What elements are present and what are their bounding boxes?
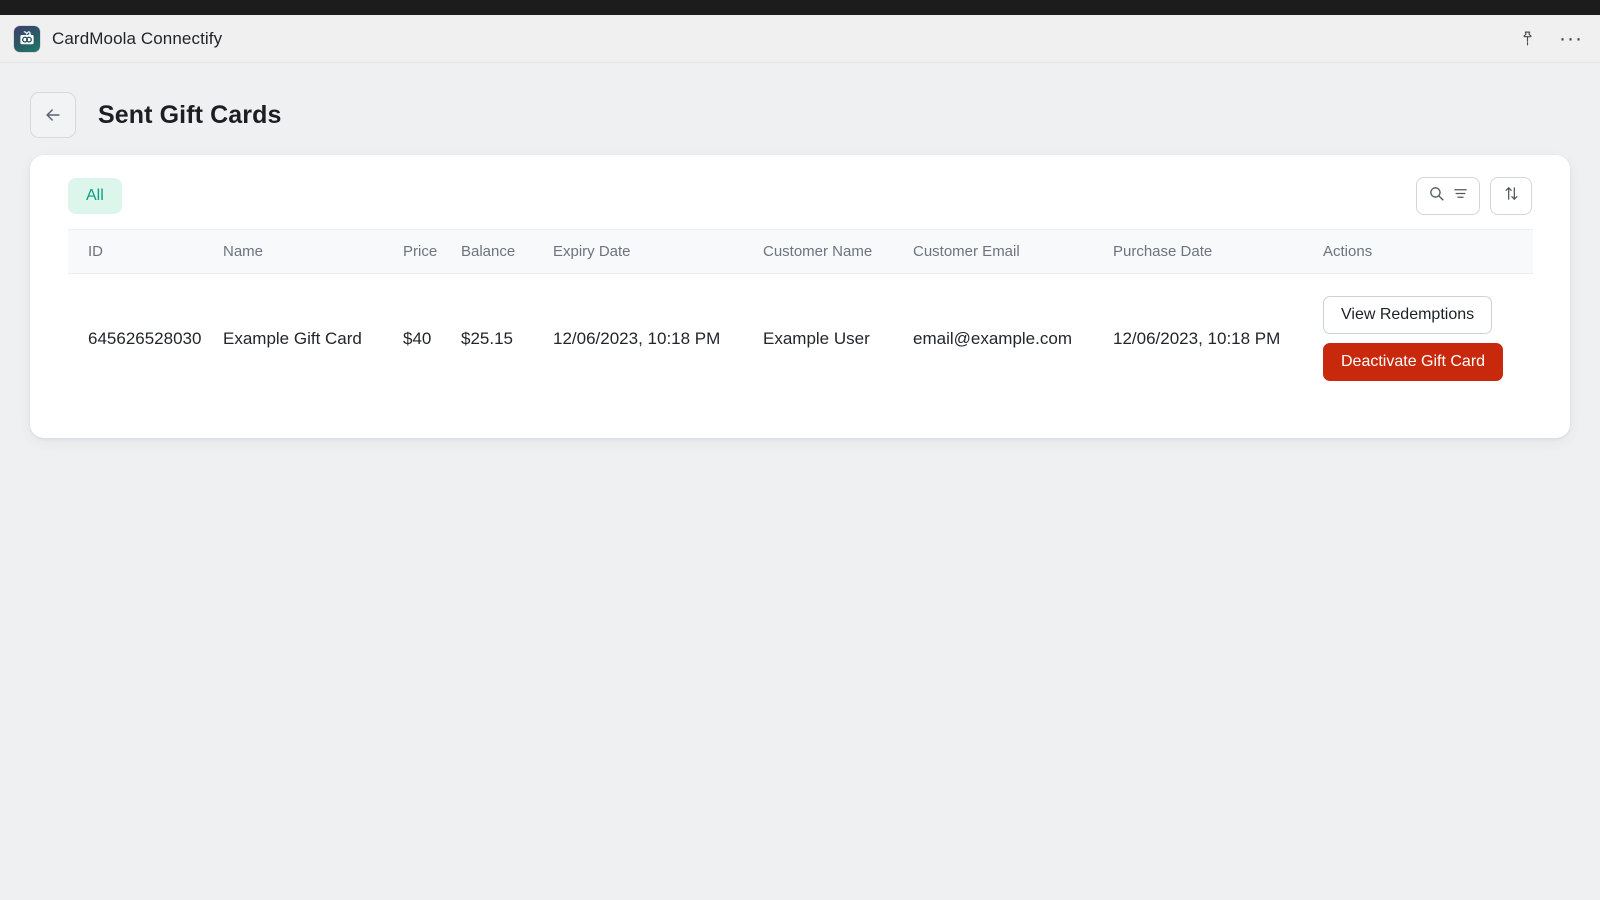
column-header-price[interactable]: Price	[403, 229, 461, 274]
search-filter-button[interactable]	[1416, 177, 1480, 215]
table-row[interactable]: 645626528030 Example Gift Card $40 $25.1…	[68, 273, 1533, 404]
app-titlebar: CardMoola Connectify ···	[0, 15, 1600, 63]
filter-lines-icon	[1453, 186, 1468, 206]
cell-purchase-date: 12/06/2023, 10:18 PM	[1113, 273, 1323, 404]
column-header-actions: Actions	[1323, 229, 1533, 274]
app-identity: CardMoola Connectify	[14, 25, 223, 52]
arrow-left-icon	[43, 105, 63, 125]
cell-actions: View Redemptions Deactivate Gift Card	[1323, 273, 1533, 404]
column-header-customer-email[interactable]: Customer Email	[913, 229, 1113, 274]
tab-all[interactable]: All	[68, 178, 122, 214]
page-header: Sent Gift Cards	[0, 63, 1600, 141]
cell-expiry-date: 12/06/2023, 10:18 PM	[553, 273, 763, 404]
column-header-balance[interactable]: Balance	[461, 229, 553, 274]
sort-arrows-icon	[1503, 185, 1520, 207]
cell-price: $40	[403, 273, 461, 404]
cell-id: 645626528030	[68, 273, 223, 404]
toolbar-actions	[1416, 177, 1532, 215]
filter-tabs: All	[68, 178, 122, 214]
column-header-id[interactable]: ID	[68, 229, 223, 274]
column-header-customer-name[interactable]: Customer Name	[763, 229, 913, 274]
back-button[interactable]	[30, 92, 76, 138]
gift-cards-table: ID Name Price Balance Expiry Date Custom…	[68, 229, 1533, 404]
column-header-expiry-date[interactable]: Expiry Date	[553, 229, 763, 274]
cell-name: Example Gift Card	[223, 273, 403, 404]
row-action-buttons: View Redemptions Deactivate Gift Card	[1323, 296, 1533, 381]
sent-gift-cards-card: All ID Name Price Balance Expiry Date Cu…	[30, 155, 1570, 438]
table-body: 645626528030 Example Gift Card $40 $25.1…	[68, 273, 1533, 404]
os-top-strip	[0, 0, 1600, 15]
card-toolbar: All	[30, 155, 1570, 229]
table-header-row: ID Name Price Balance Expiry Date Custom…	[68, 229, 1533, 274]
column-header-name[interactable]: Name	[223, 229, 403, 274]
pin-icon[interactable]	[1516, 28, 1538, 50]
cell-balance: $25.15	[461, 273, 553, 404]
gift-card-icon	[14, 25, 40, 52]
cell-customer-name: Example User	[763, 273, 913, 404]
app-title: CardMoola Connectify	[52, 28, 223, 48]
page-title: Sent Gift Cards	[98, 100, 282, 129]
titlebar-controls: ···	[1516, 28, 1582, 50]
cell-customer-email: email@example.com	[913, 273, 1113, 404]
ellipsis-icon[interactable]: ···	[1559, 28, 1582, 50]
sort-button[interactable]	[1490, 177, 1532, 215]
column-header-purchase-date[interactable]: Purchase Date	[1113, 229, 1323, 274]
view-redemptions-button[interactable]: View Redemptions	[1323, 296, 1493, 334]
search-icon	[1428, 185, 1445, 207]
table-header: ID Name Price Balance Expiry Date Custom…	[68, 229, 1533, 274]
deactivate-gift-card-button[interactable]: Deactivate Gift Card	[1323, 343, 1504, 381]
